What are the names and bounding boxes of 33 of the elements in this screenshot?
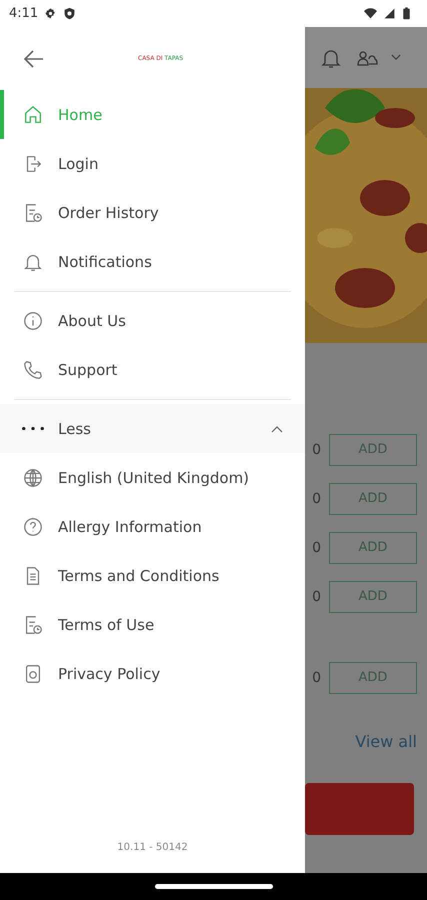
price-text: 0 bbox=[312, 540, 321, 556]
chevron-icon[interactable] bbox=[391, 54, 401, 61]
globe-icon bbox=[22, 466, 44, 488]
price-text: 0 bbox=[312, 490, 321, 506]
price-text: 0 bbox=[312, 670, 321, 686]
status-time: 4:11 bbox=[9, 6, 38, 21]
menu-item[interactable]: Allergy Information bbox=[0, 502, 305, 551]
gear-icon bbox=[44, 7, 58, 20]
wifi-icon bbox=[364, 7, 377, 20]
menu-item[interactable]: Login bbox=[0, 139, 305, 188]
version-text: 10.11 - 50142 bbox=[116, 842, 189, 855]
help-icon bbox=[22, 516, 44, 538]
signal-icon bbox=[383, 7, 396, 20]
menu-item[interactable]: Terms and Conditions bbox=[0, 551, 305, 600]
menu-item[interactable]: Support bbox=[0, 345, 305, 394]
battery-icon bbox=[402, 7, 411, 20]
more-dots-icon bbox=[22, 426, 44, 430]
info-icon bbox=[22, 310, 44, 332]
menu-item[interactable]: Terms of Use bbox=[0, 600, 305, 649]
menu-item[interactable]: Notifications bbox=[0, 237, 305, 286]
less-toggle[interactable]: Less bbox=[0, 404, 305, 453]
menu-item[interactable]: Order History bbox=[0, 188, 305, 237]
menu-item[interactable]: About Us bbox=[0, 296, 305, 345]
menu-item[interactable]: English (United Kingdom) bbox=[0, 453, 305, 502]
price-text: 0 bbox=[312, 442, 321, 458]
price-text: 0 bbox=[312, 588, 321, 604]
shield-icon bbox=[63, 7, 76, 20]
menu-item[interactable]: Privacy Policy bbox=[0, 649, 305, 698]
checkout-button[interactable] bbox=[305, 783, 414, 835]
phone-icon bbox=[22, 358, 44, 380]
home-icon bbox=[22, 104, 44, 126]
home-handle[interactable] bbox=[154, 884, 272, 889]
chevron-icon bbox=[271, 424, 283, 432]
